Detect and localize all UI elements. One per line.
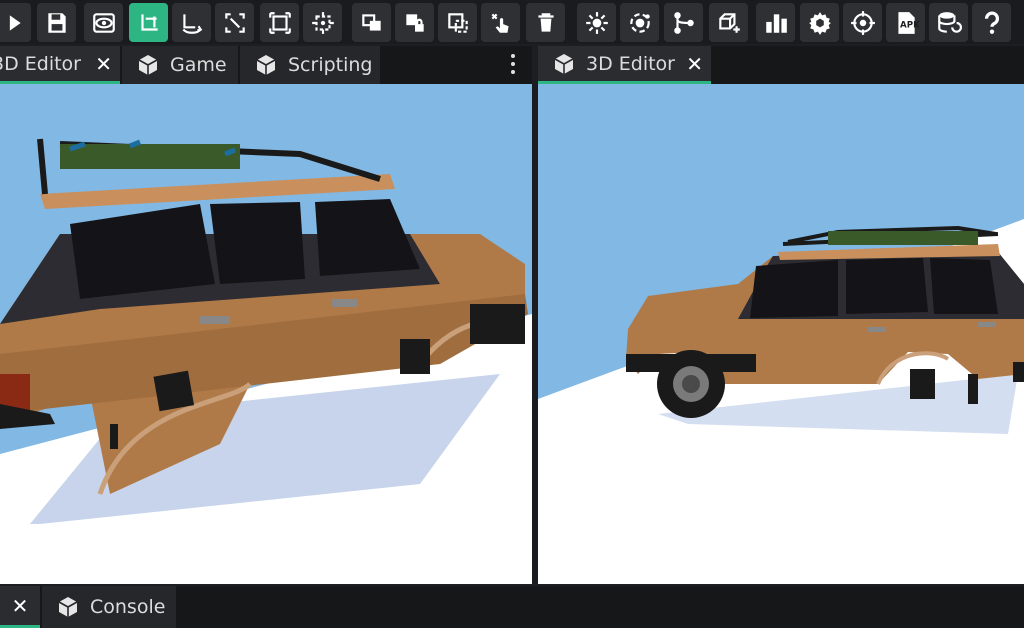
tab-scripting[interactable]: Scripting (240, 46, 380, 84)
close-icon[interactable]: ✕ (12, 594, 29, 618)
tab-label: Console (90, 596, 166, 618)
light-button[interactable] (577, 3, 616, 42)
tab-label: 3D Editor (0, 52, 81, 75)
tab-game[interactable]: Game (122, 46, 238, 84)
add-object-icon (718, 12, 740, 33)
sun-light-icon (585, 11, 608, 34)
trash-icon (537, 12, 554, 32)
layers-button[interactable] (352, 3, 391, 42)
play-button[interactable] (0, 3, 31, 42)
environment-button[interactable] (620, 3, 659, 42)
lock-button[interactable] (395, 3, 434, 42)
layers-icon (361, 13, 381, 31)
cube-icon (554, 53, 574, 74)
delete-button[interactable] (526, 3, 565, 42)
close-icon[interactable]: ✕ (686, 52, 703, 76)
lock-icon (405, 13, 424, 32)
move-tool-icon (140, 13, 158, 31)
main-toolbar: APK (0, 0, 1024, 44)
bottom-tab-bar: ✕ Console (0, 586, 1024, 628)
cube-icon (58, 597, 78, 617)
tab-label: 3D Editor (586, 52, 675, 75)
viewport-left[interactable] (0, 84, 532, 584)
left-tab-bar: 3D Editor ✕ Game Scripting (0, 46, 532, 84)
add-object-button[interactable] (709, 3, 748, 42)
tab-3d-editor-right[interactable]: 3D Editor ✕ (538, 46, 711, 84)
save-icon (47, 12, 66, 33)
target-icon (850, 10, 875, 35)
save-button[interactable] (37, 3, 76, 42)
move-tool-button[interactable] (129, 3, 168, 42)
scene-left-car (0, 138, 532, 584)
pivot-tool-icon (311, 11, 334, 34)
settings-button[interactable] (800, 3, 839, 42)
touch-select-button[interactable] (481, 3, 520, 42)
pivot-tool-button[interactable] (303, 3, 342, 42)
cube-icon (138, 55, 158, 75)
settings-gear-icon (808, 11, 831, 35)
node-graph-icon (673, 11, 694, 34)
stats-button[interactable] (756, 3, 795, 42)
stats-chart-icon (765, 13, 787, 33)
target-button[interactable] (843, 3, 882, 42)
database-sync-icon (937, 11, 962, 33)
tab-console[interactable]: Console (42, 586, 176, 628)
bounds-tool-button[interactable] (260, 3, 299, 42)
scale-tool-icon (224, 12, 245, 33)
node-graph-button[interactable] (664, 3, 703, 42)
database-sync-button[interactable] (929, 3, 968, 42)
play-icon (9, 14, 21, 31)
tab-label: Scripting (288, 54, 373, 76)
scene-right-car (538, 219, 1024, 584)
rotate-tool-button[interactable] (172, 3, 211, 42)
scale-tool-button[interactable] (215, 3, 254, 42)
viewport-right[interactable] (538, 84, 1024, 584)
eye-icon (92, 12, 115, 33)
right-tab-bar: 3D Editor ✕ (538, 46, 1024, 84)
rotate-tool-icon (181, 13, 202, 34)
tab-label: Game (170, 54, 227, 76)
bounds-tool-icon (268, 11, 291, 34)
tab-bottom-active[interactable]: ✕ (0, 586, 40, 628)
select-box-icon (447, 12, 468, 33)
more-options-icon[interactable] (510, 54, 516, 76)
select-box-button[interactable] (438, 3, 477, 42)
environment-icon (629, 12, 650, 33)
help-button[interactable] (972, 3, 1011, 42)
close-icon[interactable]: ✕ (95, 52, 112, 76)
apk-export-button[interactable]: APK (886, 3, 925, 42)
visibility-button[interactable] (84, 3, 123, 42)
touch-select-icon (491, 13, 509, 33)
cube-icon (256, 55, 276, 75)
tab-3d-editor-left[interactable]: 3D Editor ✕ (0, 46, 120, 84)
help-icon (984, 11, 999, 34)
svg-text:APK: APK (900, 20, 919, 30)
apk-export-icon: APK (897, 11, 919, 34)
